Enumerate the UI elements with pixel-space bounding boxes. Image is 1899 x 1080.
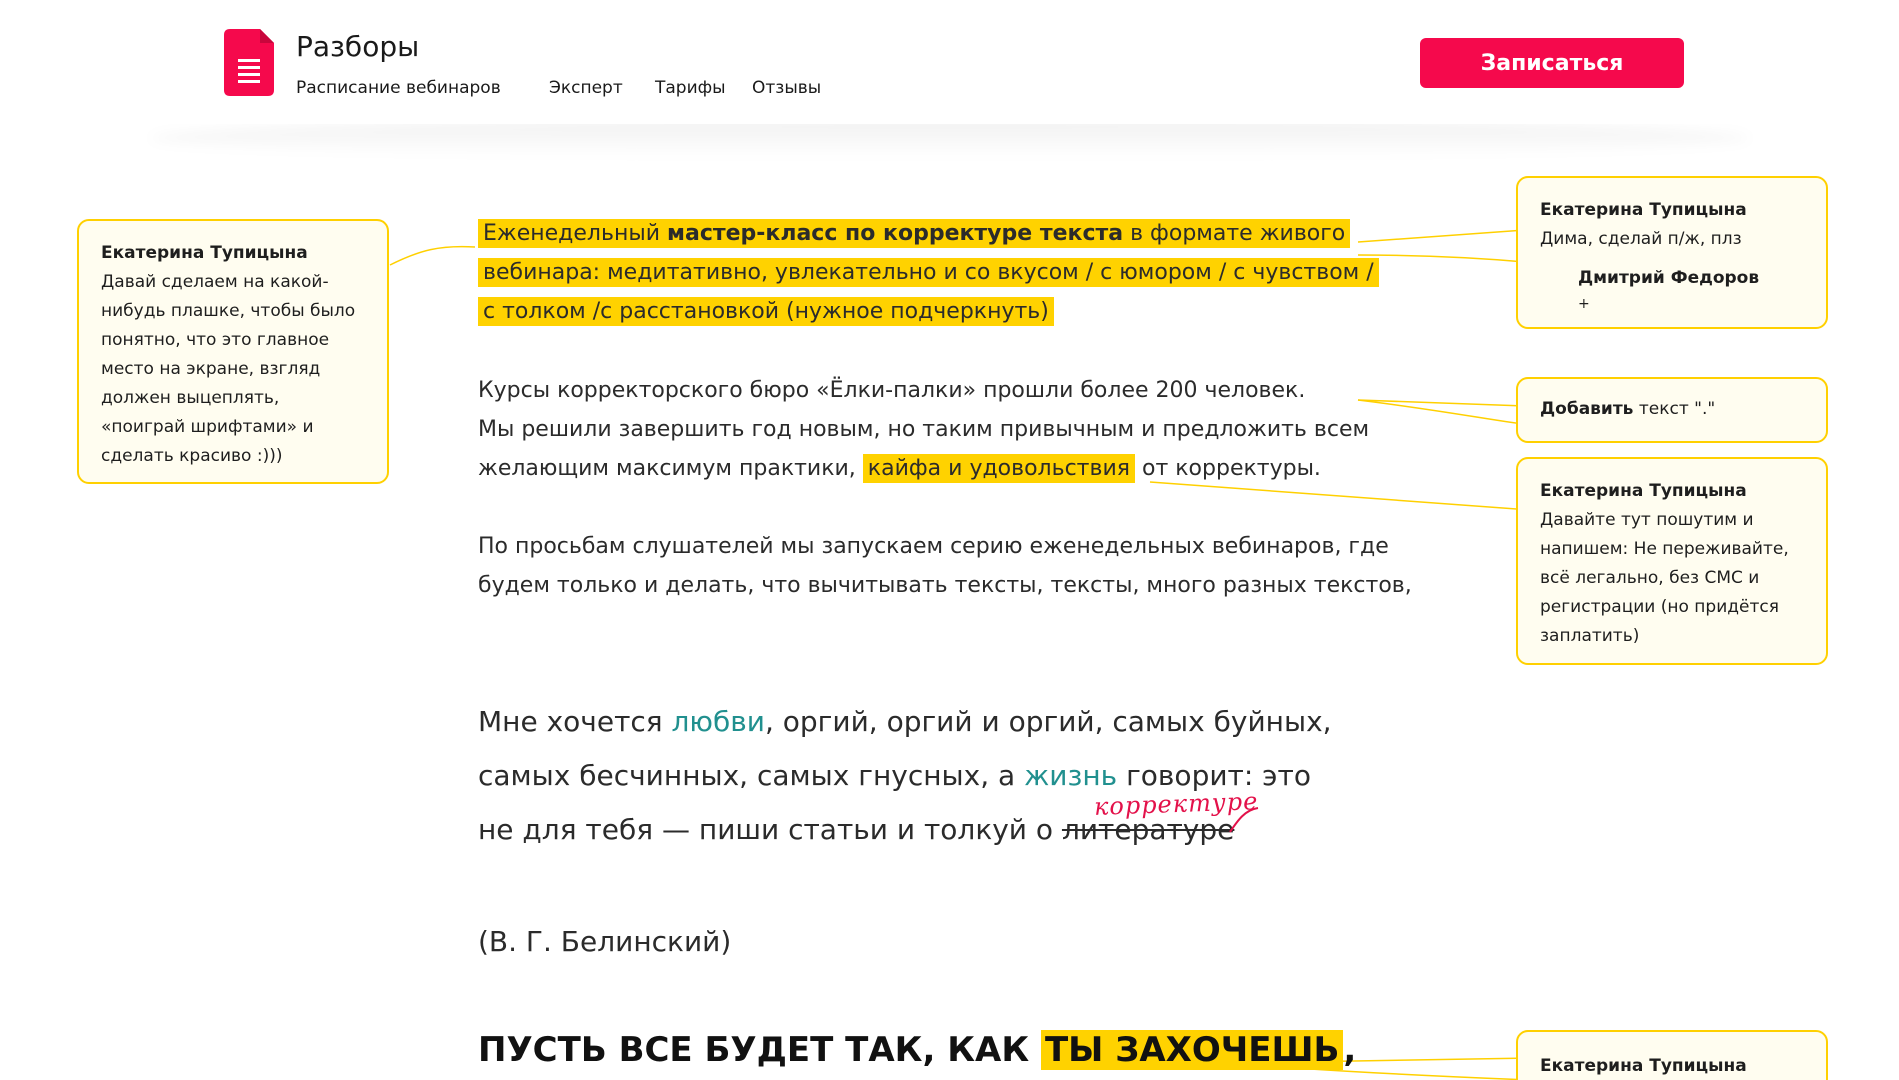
comment-line: нибудь плашке, чтобы было [101, 301, 356, 321]
comment-author: Екатерина Тупицына [1540, 481, 1747, 501]
comment-line: понятно, что это главное [101, 330, 330, 350]
comment-card-3[interactable]: Екатерина Тупицына Давайте тут пошутим и… [1516, 457, 1828, 665]
comment-line: напишем: Не переживайте, [1540, 539, 1789, 559]
comment-author: Екатерина Тупицына [101, 243, 308, 263]
comment-author: Екатерина Тупицына [1540, 200, 1747, 220]
reply-author: Дмитрий Федоров [1578, 268, 1760, 288]
quote-author: (В. Г. Белинский) [478, 925, 732, 958]
comment-line: сделать красиво :))) [101, 446, 283, 466]
comment-author: Екатерина Тупицына [1540, 1056, 1747, 1076]
comment-line: регистрации (но придётся [1540, 597, 1779, 617]
comment-card-left[interactable]: Екатерина Тупицына Давай сделаем на како… [77, 219, 389, 484]
slogan-highlight: ТЫ ЗАХОЧЕШЬ [1040, 1030, 1344, 1070]
comment-line: «поиграй шрифтами» и [101, 417, 314, 437]
comment-bold: Добавить [1540, 399, 1634, 419]
comment-line: место на экране, взгляд [101, 359, 321, 379]
comment-line: Давай сделаем на какой- [101, 272, 329, 292]
comment-text: Дима, сделай п/ж, плз [1540, 229, 1742, 249]
comment-card-2[interactable]: Добавить текст "." [1516, 377, 1828, 443]
comment-line: должен выцеплять, [101, 388, 280, 408]
slogan-heading: ПУСТЬ ВСЕ БУДЕТ ТАК, КАК ТЫ ЗАХОЧЕШЬ, [478, 1030, 1357, 1070]
comment-card-1[interactable]: Екатерина Тупицына Дима, сделай п/ж, плз… [1516, 176, 1828, 329]
comment-card-4[interactable]: Екатерина Тупицына [1516, 1030, 1828, 1080]
comment-line: заплатить) [1540, 626, 1640, 646]
reply-text: + [1578, 296, 1590, 312]
comment-text: текст "." [1633, 399, 1716, 419]
comment-line: Давайте тут пошутим и [1540, 510, 1754, 530]
comment-line: всё легально, без СМС и [1540, 568, 1760, 588]
